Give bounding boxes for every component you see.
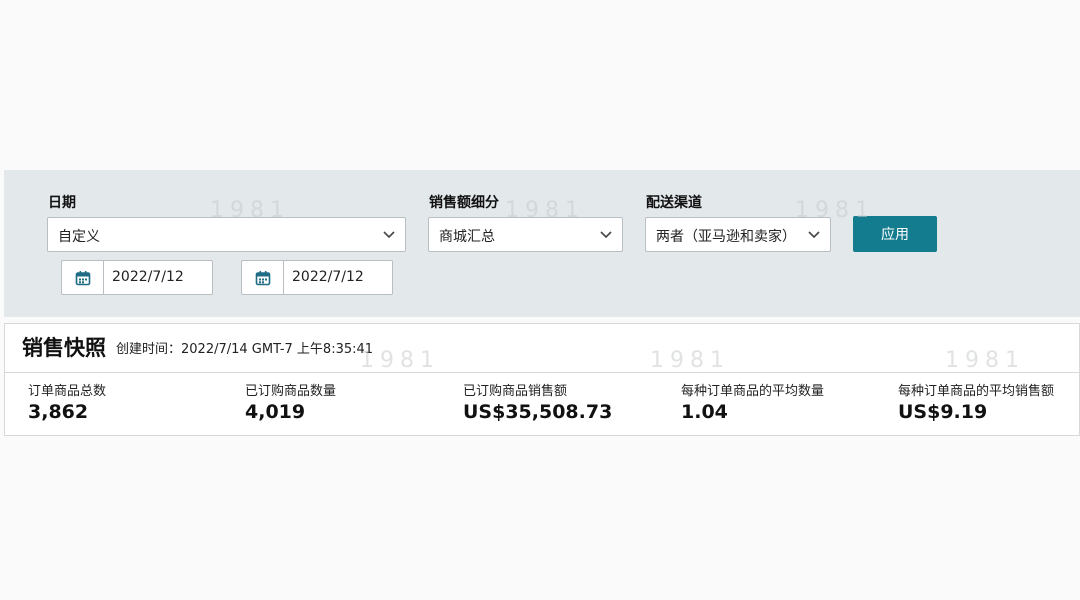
metric-avg-sales-per-order-item: 每种订单商品的平均销售额 US$9.19 (898, 380, 1054, 423)
fulfillment-channel-label: 配送渠道 (646, 195, 702, 211)
date-range-select[interactable]: 自定义 (47, 217, 406, 252)
sales-snapshot-panel: 销售快照 创建时间：2022/7/14 GMT-7 上午8:35:41 订单商品… (4, 323, 1080, 436)
metric-label: 每种订单商品的平均数量 (681, 384, 825, 399)
metric-value: US$35,508.73 (463, 401, 613, 423)
metric-units-ordered: 已订购商品数量 4,019 (245, 380, 336, 423)
metric-label: 已订购商品销售额 (463, 384, 568, 399)
date-label: 日期 (48, 195, 76, 211)
end-date-value: 2022/7/12 (292, 269, 364, 285)
calendar-icon[interactable] (62, 261, 104, 294)
metric-ordered-product-sales: 已订购商品销售额 US$35,508.73 (463, 380, 612, 423)
fulfillment-channel-value: 两者（亚马逊和卖家） (656, 229, 796, 245)
sales-breakdown-label: 销售额细分 (429, 195, 499, 211)
metric-value: US$9.19 (898, 401, 988, 423)
snapshot-title: 销售快照 (22, 336, 106, 360)
start-date-value: 2022/7/12 (112, 269, 184, 285)
end-date-field[interactable]: 2022/7/12 (241, 260, 393, 295)
metric-label: 已订购商品数量 (245, 384, 337, 399)
sales-breakdown-value: 商城汇总 (439, 229, 495, 245)
fulfillment-channel-select[interactable]: 两者（亚马逊和卖家） (645, 217, 831, 252)
metric-label: 订单商品总数 (28, 384, 107, 399)
start-date-field[interactable]: 2022/7/12 (61, 260, 213, 295)
apply-button[interactable]: 应用 (853, 216, 937, 252)
metric-value: 1.04 (681, 401, 728, 423)
chevron-down-icon (600, 231, 612, 239)
snapshot-header: 销售快照 创建时间：2022/7/14 GMT-7 上午8:35:41 (5, 324, 1079, 373)
chevron-down-icon (383, 231, 395, 239)
snapshot-created-time: 创建时间：2022/7/14 GMT-7 上午8:35:41 (116, 342, 374, 357)
date-range-value: 自定义 (58, 229, 100, 245)
metric-total-order-items: 订单商品总数 3,862 (28, 380, 106, 423)
calendar-icon[interactable] (242, 261, 284, 294)
chevron-down-icon (808, 231, 820, 239)
metric-value: 3,862 (28, 401, 89, 423)
metric-label: 每种订单商品的平均销售额 (898, 384, 1055, 399)
metric-value: 4,019 (245, 401, 306, 423)
metric-avg-units-per-order-item: 每种订单商品的平均数量 1.04 (681, 380, 824, 423)
sales-breakdown-select[interactable]: 商城汇总 (428, 217, 623, 252)
